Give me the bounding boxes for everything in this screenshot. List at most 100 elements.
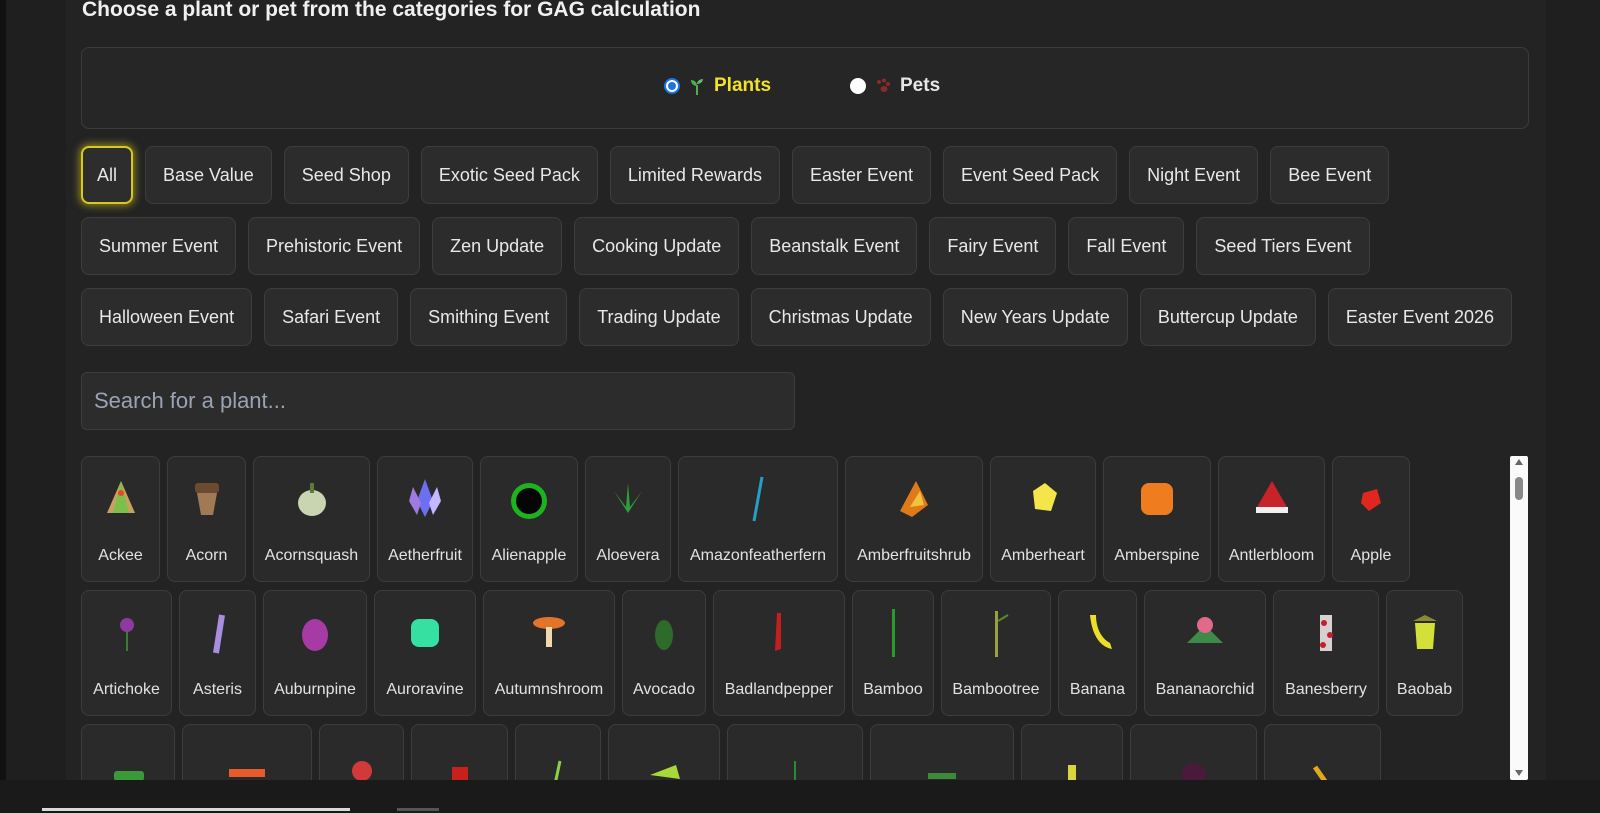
plants-radio-option[interactable]: Plants [664, 75, 771, 97]
banana-icon [1089, 615, 1112, 649]
scroll-up-icon[interactable] [1515, 459, 1523, 465]
plant-thumbnail-icon [554, 760, 562, 780]
category-button[interactable]: Zen Update [432, 217, 563, 275]
plant-card[interactable]: Acornsquash [253, 456, 370, 582]
category-button[interactable]: Easter Event [791, 146, 932, 204]
category-button[interactable]: Seed Tiers Event [1196, 217, 1370, 275]
plant-card[interactable]: Avocado [622, 590, 706, 716]
plant-thumbnail-icon [1312, 765, 1327, 780]
plant-card[interactable]: Aloevera [585, 456, 671, 582]
plant-card[interactable] [1264, 724, 1381, 780]
category-button[interactable]: Fairy Event [929, 217, 1057, 275]
plant-card[interactable]: Artichoke [81, 590, 172, 716]
bamboo-icon [892, 609, 895, 657]
category-button[interactable]: Base Value [145, 146, 272, 204]
bottom-strip [0, 780, 1600, 813]
category-button[interactable]: Exotic Seed Pack [420, 146, 598, 204]
category-button[interactable]: Trading Update [579, 288, 739, 346]
pets-radio[interactable] [850, 78, 866, 94]
plant-name: Baobab [1396, 681, 1453, 698]
category-button[interactable]: Easter Event 2026 [1327, 288, 1513, 346]
auburnpine-icon [302, 619, 328, 651]
category-button[interactable]: Safari Event [264, 288, 399, 346]
plant-card[interactable]: Bananaorchid [1144, 590, 1266, 716]
plant-card[interactable]: Alienapple [480, 456, 578, 582]
category-row-2: Summer Event Prehistoric Event Zen Updat… [81, 217, 1370, 275]
plants-radio[interactable] [664, 78, 680, 94]
plant-name: Avocado [633, 681, 695, 698]
plant-name: Bananaorchid [1155, 681, 1255, 698]
category-button[interactable]: Cooking Update [574, 217, 740, 275]
category-row-3: Halloween Event Safari Event Smithing Ev… [81, 288, 1513, 346]
category-button[interactable]: Summer Event [81, 217, 237, 275]
plant-name: Ackee [98, 547, 143, 564]
category-button[interactable]: Event Seed Pack [943, 146, 1118, 204]
plant-card[interactable]: Amberspine [1103, 456, 1211, 582]
plant-row: Artichoke Asteris Auburnpine Auroravine … [81, 590, 1463, 716]
plant-card[interactable]: Baobab [1386, 590, 1463, 716]
plant-card[interactable]: Amberfruitshrub [845, 456, 983, 582]
pets-label: Pets [900, 75, 941, 96]
category-button[interactable]: Beanstalk Event [751, 217, 918, 275]
plant-grid-scrollbar[interactable] [1510, 456, 1528, 780]
category-button[interactable]: Prehistoric Event [248, 217, 421, 275]
plant-card[interactable]: Amberheart [990, 456, 1096, 582]
plant-card[interactable] [182, 724, 312, 780]
category-button[interactable]: Buttercup Update [1139, 288, 1316, 346]
scroll-thumb[interactable] [1515, 477, 1523, 500]
plant-card[interactable] [81, 724, 175, 780]
category-button[interactable]: Smithing Event [410, 288, 568, 346]
plant-card[interactable]: Bambootree [941, 590, 1051, 716]
plant-card[interactable] [608, 724, 720, 780]
plant-card[interactable]: Ackee [81, 456, 160, 582]
plant-card[interactable]: Acorn [167, 456, 246, 582]
plant-search-input[interactable] [81, 372, 795, 430]
plant-thumbnail-icon [1181, 763, 1206, 780]
plant-card[interactable]: Autumnshroom [483, 590, 615, 716]
plant-card[interactable]: Aetherfruit [377, 456, 473, 582]
plant-card[interactable]: Amazonfeatherfern [678, 456, 838, 582]
plant-name: Aetherfruit [388, 547, 462, 564]
category-button[interactable]: Halloween Event [81, 288, 253, 346]
category-all-button[interactable]: All [81, 146, 134, 204]
plant-name: Antlerbloom [1228, 547, 1315, 564]
category-button[interactable]: New Years Update [942, 288, 1128, 346]
plant-name: Artichoke [93, 681, 160, 698]
category-button[interactable]: Seed Shop [283, 146, 409, 204]
plant-card[interactable] [411, 724, 508, 780]
plant-card[interactable]: Auroravine [374, 590, 476, 716]
plant-card[interactable] [1021, 724, 1123, 780]
category-button[interactable]: Night Event [1129, 146, 1259, 204]
plant-card[interactable]: Apple [1332, 456, 1410, 582]
plant-name: Amberspine [1114, 547, 1200, 564]
plant-name: Amazonfeatherfern [689, 547, 827, 564]
plant-card[interactable]: Asteris [179, 590, 256, 716]
plant-card[interactable] [870, 724, 1014, 780]
plant-card[interactable] [319, 724, 404, 780]
plant-name: Asteris [193, 681, 242, 698]
plant-card[interactable]: Bamboo [852, 590, 934, 716]
plant-card[interactable]: Banesberry [1273, 590, 1379, 716]
left-gutter [0, 0, 66, 813]
category-button[interactable]: Limited Rewards [609, 146, 780, 204]
category-button[interactable]: Fall Event [1068, 217, 1185, 275]
plant-card[interactable]: Auburnpine [263, 590, 367, 716]
category-button[interactable]: Bee Event [1270, 146, 1390, 204]
plant-card[interactable] [515, 724, 601, 780]
plant-card[interactable]: Antlerbloom [1218, 456, 1325, 582]
plant-card[interactable]: Banana [1058, 590, 1137, 716]
category-button[interactable]: Christmas Update [750, 288, 931, 346]
plant-card[interactable] [727, 724, 863, 780]
scroll-down-icon[interactable] [1515, 770, 1523, 776]
plant-card[interactable] [1130, 724, 1257, 780]
plant-name: Bamboo [863, 681, 923, 698]
bambootree-icon [995, 611, 1009, 657]
progress-indicator [42, 808, 350, 811]
plant-row [81, 724, 1381, 780]
alienapple-icon [511, 483, 547, 519]
plant-name: Autumnshroom [494, 681, 604, 698]
plant-thumbnail-icon [650, 765, 680, 779]
pets-radio-option[interactable]: Pets [850, 75, 940, 97]
plant-card[interactable]: Badlandpepper [713, 590, 845, 716]
plant-name: Alienapple [491, 547, 567, 564]
